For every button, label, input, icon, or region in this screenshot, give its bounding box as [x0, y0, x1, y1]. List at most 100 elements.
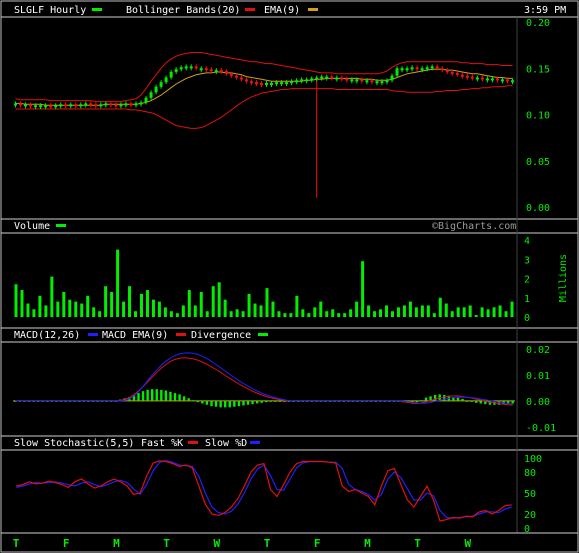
volume-bar [313, 307, 317, 317]
price-candle [330, 76, 334, 79]
x-axis-day-label: T [13, 537, 20, 550]
price-candle [385, 80, 389, 83]
price-candle [470, 76, 474, 79]
volume-bar [444, 303, 448, 317]
volume-bar [504, 311, 508, 317]
price-candle [430, 66, 434, 69]
divergence-bar [433, 395, 437, 401]
volume-bar [134, 311, 138, 317]
volume-bar [74, 301, 78, 317]
price-candle [259, 83, 263, 86]
divergence-bar [150, 389, 154, 401]
price-candle [104, 103, 108, 106]
volume-bar [492, 307, 496, 317]
legend-macd-ema-label: MACD EMA(9) [102, 330, 168, 341]
volume-bar [498, 305, 502, 317]
price-candle [500, 79, 504, 82]
price-candle [44, 105, 48, 108]
price-candle [189, 66, 193, 69]
volume-bar [175, 313, 179, 317]
price-candle [465, 75, 469, 78]
price-candle [139, 102, 143, 105]
divergence-bar [237, 400, 241, 407]
volume-bar [80, 303, 84, 317]
macd-legend-key [88, 333, 98, 336]
price-candle [375, 81, 379, 84]
divergence-bar [461, 398, 464, 401]
volume-bar [331, 309, 335, 317]
price-candle [254, 82, 258, 85]
volume-bar [14, 284, 18, 317]
price-candle [219, 70, 223, 73]
volume-y-tick: 3 [524, 255, 530, 266]
volume-bar [145, 290, 149, 317]
price-candle [460, 74, 464, 77]
volume-bar [396, 307, 400, 317]
price-candle [154, 86, 158, 93]
divergence-bar [224, 400, 227, 408]
price-y-tick: 0.05 [526, 157, 550, 168]
legend-bollinger-label: Bollinger Bands(20) [126, 5, 240, 16]
price-candle [345, 78, 349, 81]
price-candle [119, 104, 123, 107]
volume-bar [361, 261, 365, 317]
price-candle [29, 104, 33, 107]
price-candle [89, 103, 93, 106]
macd-y-tick: -0.01 [526, 423, 556, 434]
price-candle [315, 77, 319, 80]
divergence-bar [274, 400, 277, 402]
price-candle [340, 77, 344, 80]
volume-bar [68, 299, 72, 317]
price-candle [425, 67, 429, 70]
price-candle [265, 83, 269, 86]
price-candle [475, 77, 479, 80]
legend-divergence-label: Divergence [191, 330, 251, 341]
x-axis-day-label: W [213, 537, 220, 550]
price-candle [395, 68, 399, 76]
price-candle [199, 68, 203, 71]
volume-bar [20, 290, 24, 317]
volume-bar [92, 307, 96, 317]
volume-bar [373, 311, 377, 317]
divergence-bar [242, 400, 245, 406]
price-candle [290, 81, 294, 84]
price-candle [174, 69, 178, 72]
divergence-bar [415, 400, 419, 403]
volume-bar [343, 313, 347, 317]
volume-bar [486, 309, 490, 317]
volume-bar [307, 313, 311, 317]
stochastic-y-tick: 80 [524, 468, 536, 479]
volume-bar [26, 303, 30, 317]
x-axis-day-label: F [314, 537, 321, 550]
x-axis-day-label: T [414, 537, 421, 550]
volume-bar [56, 301, 60, 317]
price-candle [505, 79, 509, 82]
divergence-bar [169, 391, 172, 401]
volume-bar [44, 305, 48, 317]
volume-bar [379, 309, 383, 317]
price-candle [64, 104, 68, 107]
price-candle [234, 75, 238, 78]
divergence-bar [201, 400, 204, 404]
volume-bar [349, 309, 353, 317]
volume-bar [241, 311, 245, 317]
volume-bar [157, 301, 161, 317]
volume-bar [86, 295, 90, 317]
price-candle [295, 80, 299, 83]
price-candle [400, 68, 404, 71]
volume-bar [271, 301, 275, 317]
price-candle [149, 92, 153, 98]
x-axis-day-label: F [63, 537, 70, 550]
divergence-bar [141, 391, 145, 401]
volume-bar [414, 307, 418, 317]
volume-bar [420, 305, 424, 317]
macd-panel-title: MACD(12,26) [14, 330, 80, 341]
divergence-bar [164, 390, 168, 401]
price-candle [144, 97, 148, 103]
volume-bar [235, 309, 239, 317]
price-candle [370, 80, 374, 83]
price-candle [159, 82, 163, 87]
price-candle [164, 77, 168, 83]
macd-y-tick: 0.01 [526, 371, 550, 382]
price-candle [480, 77, 484, 80]
